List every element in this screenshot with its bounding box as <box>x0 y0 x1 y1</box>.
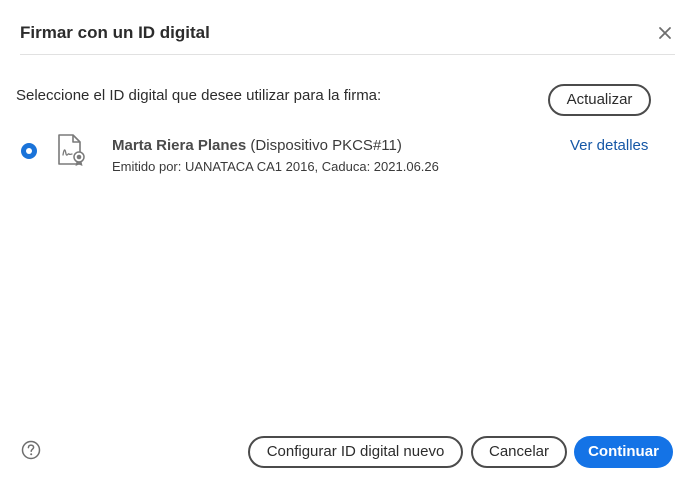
dialog-header: Firmar con un ID digital <box>0 0 693 56</box>
digital-id-name: Marta Riera Planes <box>112 137 247 154</box>
help-icon[interactable] <box>21 440 41 460</box>
digital-id-issuer-expiry: Emitido por: UANATACA CA1 2016, Caduca: … <box>112 159 439 174</box>
close-icon <box>659 27 671 39</box>
digital-id-row[interactable]: Marta Riera Planes (Dispositivo PKCS#11)… <box>0 126 693 180</box>
setup-new-digital-id-button[interactable]: Configurar ID digital nuevo <box>248 436 463 468</box>
digital-id-title: Marta Riera Planes (Dispositivo PKCS#11) <box>112 136 402 156</box>
certificate-icon <box>58 134 85 166</box>
digital-id-device: (Dispositivo PKCS#11) <box>250 137 402 154</box>
refresh-button[interactable]: Actualizar <box>548 84 651 116</box>
continue-button[interactable]: Continuar <box>574 436 673 468</box>
dialog-title: Firmar con un ID digital <box>20 23 210 42</box>
header-divider <box>20 54 675 55</box>
close-button[interactable] <box>654 22 676 44</box>
cancel-button[interactable]: Cancelar <box>471 436 567 468</box>
view-details-link[interactable]: Ver detalles <box>570 136 648 156</box>
select-id-prompt: Seleccione el ID digital que desee utili… <box>16 87 382 104</box>
digital-id-radio[interactable] <box>21 143 37 159</box>
sign-with-digital-id-dialog: Firmar con un ID digital Seleccione el I… <box>0 0 693 478</box>
